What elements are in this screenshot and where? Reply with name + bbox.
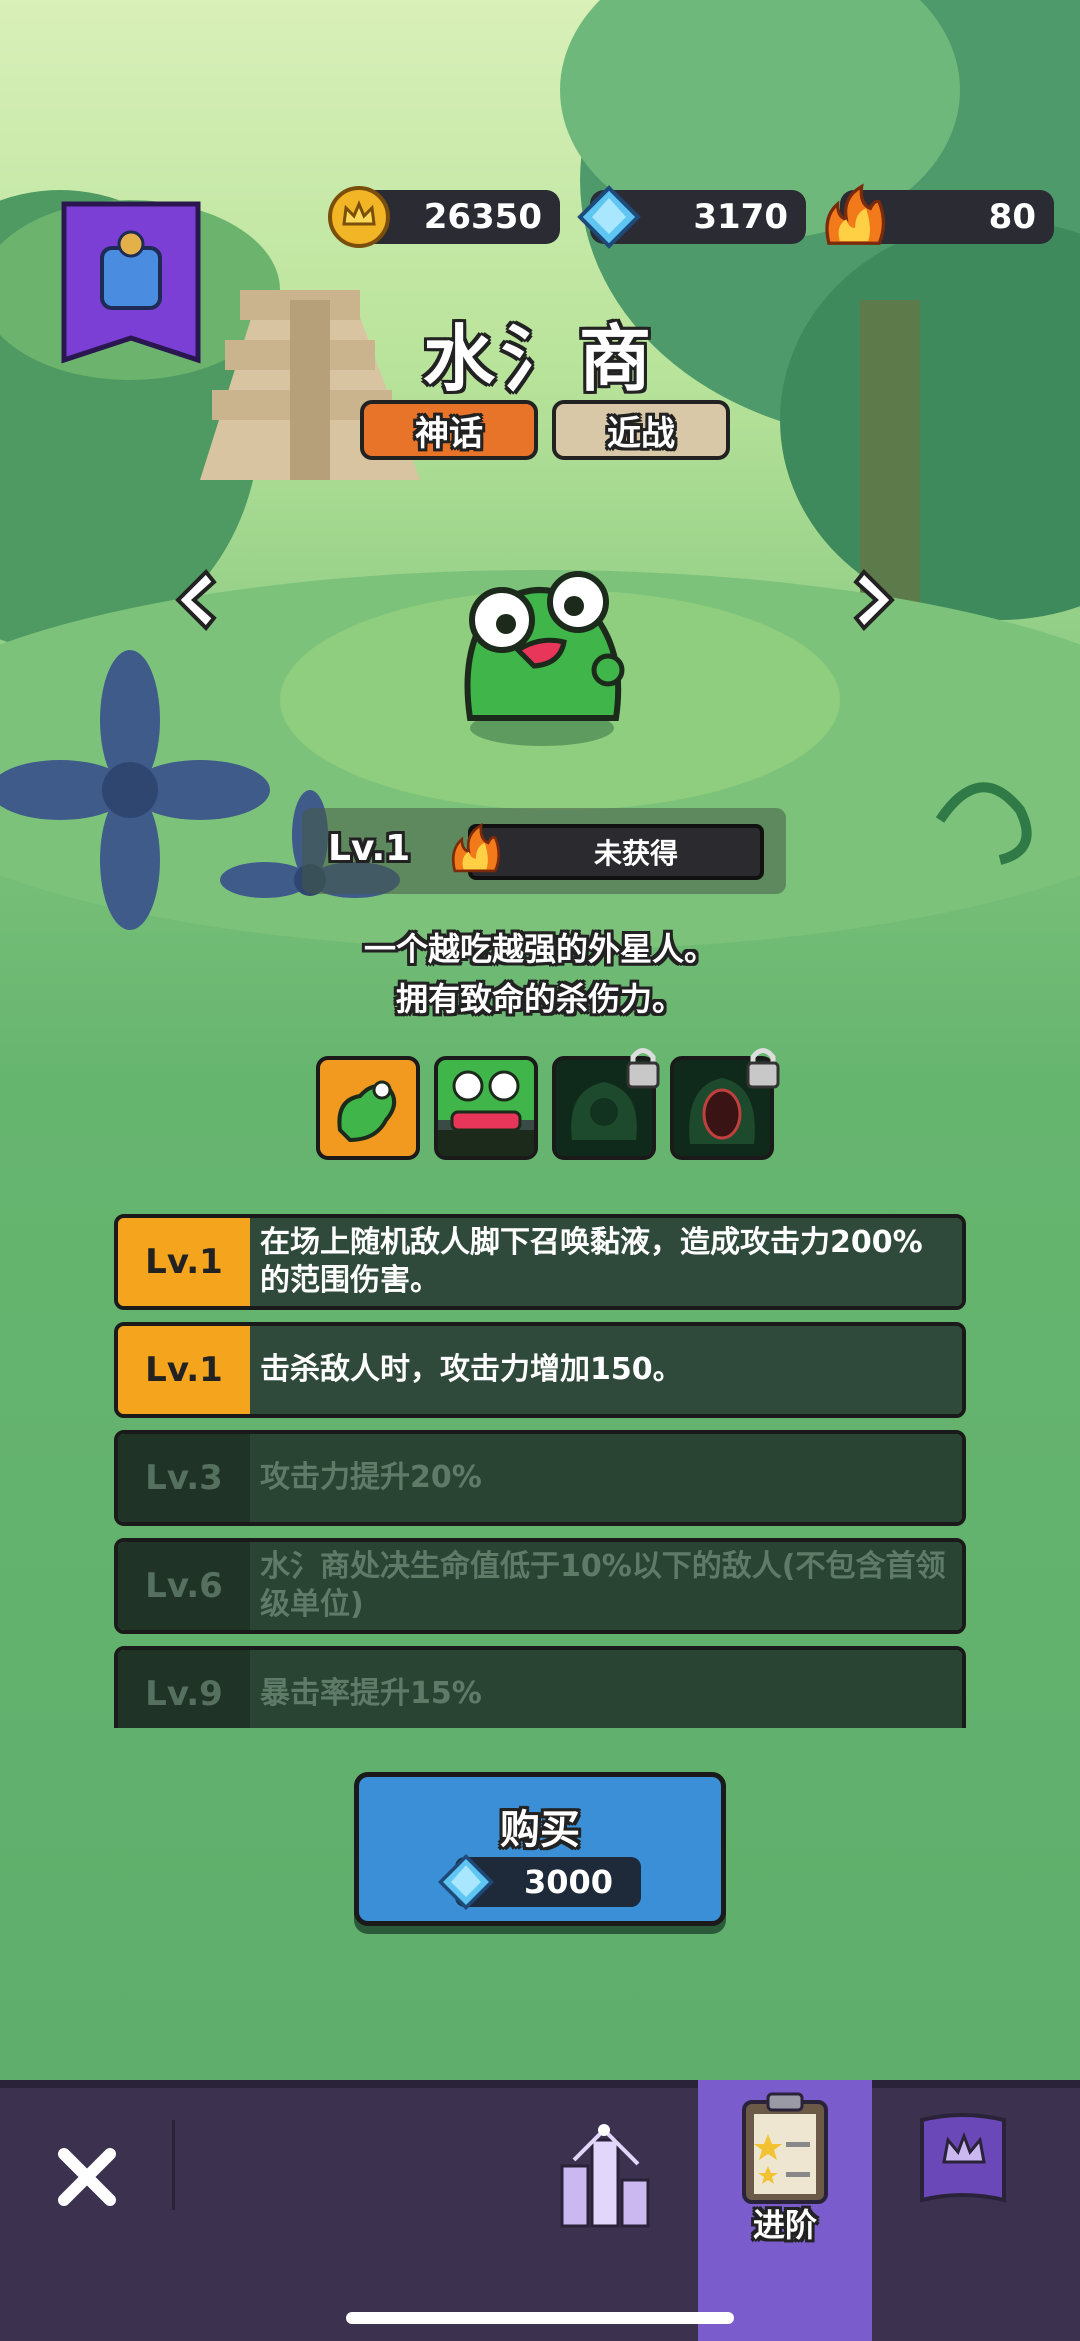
bottom-nav: 进阶 xyxy=(0,2080,1080,2341)
lock-icon xyxy=(746,1048,780,1089)
hero-name: 水氵商 xyxy=(422,317,657,401)
lock-icon xyxy=(626,1048,660,1089)
green-slime-character xyxy=(464,571,625,746)
skill-row-4: Lv.6 水氵商处决生命值低于10%以下的敌人(不包含首领级单位) xyxy=(114,1538,966,1634)
clipboard-icon xyxy=(742,2092,828,2204)
chevron-left-icon xyxy=(175,569,217,631)
skin-thumb-2[interactable] xyxy=(434,1056,538,1160)
level-panel: Lv.1 未获得 xyxy=(302,808,786,894)
skill-level: Lv.9 xyxy=(118,1650,250,1728)
slime-blob-icon xyxy=(337,1080,397,1143)
skill-text: 在场上随机敌人脚下召唤黏液，造成攻击力200%的范围伤害。 xyxy=(250,1218,962,1306)
blue-gem-icon xyxy=(438,1854,494,1910)
skill-level: Lv.6 xyxy=(118,1542,250,1630)
prev-hero-button[interactable] xyxy=(164,560,224,640)
hero-level: Lv.1 xyxy=(328,828,411,869)
skill-row-5: Lv.9 暴击率提升15% xyxy=(114,1646,966,1728)
nav-separator xyxy=(172,2120,175,2210)
hero-description-line1: 一个越吃越强的外星人。 xyxy=(363,930,716,968)
skill-level: Lv.1 xyxy=(118,1218,250,1306)
stats-chart-icon xyxy=(560,2124,650,2228)
crown-coin-icon xyxy=(328,186,390,248)
blue-gem-icon xyxy=(577,185,641,249)
buy-button[interactable]: 购买 3000 xyxy=(354,1772,726,1926)
flame-icon xyxy=(825,183,886,245)
flame-icon xyxy=(451,822,501,873)
hero-banner-icon xyxy=(61,201,201,364)
skill-text: 水氵商处决生命值低于10%以下的敌人(不包含首领级单位) xyxy=(250,1542,962,1630)
type-tag: 近战 xyxy=(552,400,730,460)
skill-row-3: Lv.3 攻击力提升20% xyxy=(114,1430,966,1526)
skill-text: 击杀敌人时，攻击力增加150。 xyxy=(250,1326,962,1414)
skin-thumb-1[interactable] xyxy=(316,1056,420,1160)
close-button[interactable] xyxy=(50,2140,124,2214)
skill-row-1: Lv.1 在场上随机敌人脚下召唤黏液，造成攻击力200%的范围伤害。 xyxy=(114,1214,966,1310)
status-bar: 未获得 xyxy=(468,824,764,880)
hero-character xyxy=(430,540,650,750)
hero-banner-button[interactable] xyxy=(60,200,202,364)
skills-list: Lv.1 在场上随机敌人脚下召唤黏液，造成攻击力200%的范围伤害。 Lv.1 … xyxy=(0,1210,1080,1728)
skill-row-2: Lv.1 击杀敌人时，攻击力增加150。 xyxy=(114,1322,966,1418)
nav-stats-tab[interactable] xyxy=(548,2100,668,2250)
nav-collection-tab[interactable] xyxy=(908,2100,1018,2220)
home-indicator xyxy=(346,2312,734,2324)
next-hero-button[interactable] xyxy=(846,560,906,640)
close-icon xyxy=(58,2148,116,2206)
slime-face-icon xyxy=(438,1060,534,1156)
nav-advance-tab[interactable]: 进阶 xyxy=(698,2080,872,2341)
nav-divider xyxy=(0,2080,1080,2088)
skill-text: 暴击率提升15% xyxy=(250,1650,962,1728)
crown-book-icon xyxy=(920,2113,1006,2203)
skill-text: 攻击力提升20% xyxy=(250,1434,962,1522)
buy-label: 购买 xyxy=(500,1807,580,1853)
skill-level: Lv.3 xyxy=(118,1434,250,1522)
skill-level: Lv.1 xyxy=(118,1326,250,1414)
hero-description-line2: 拥有致命的杀伤力。 xyxy=(395,980,684,1018)
chevron-right-icon xyxy=(853,569,895,631)
rarity-tag: 神话 xyxy=(360,400,538,460)
nav-advance-label: 进阶 xyxy=(752,2206,817,2244)
